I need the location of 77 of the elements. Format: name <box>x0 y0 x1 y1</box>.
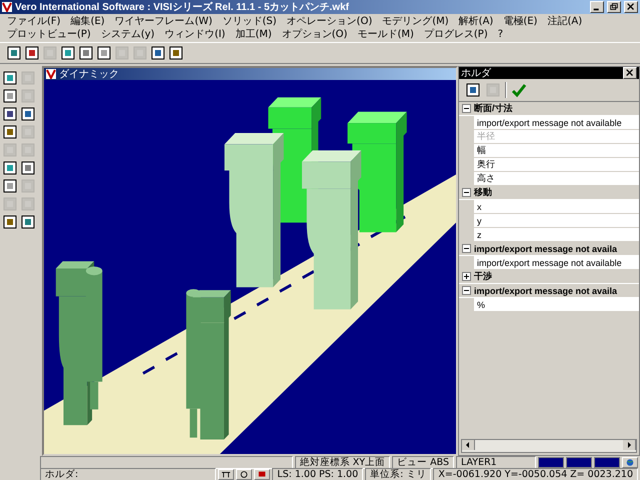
menu-item[interactable]: システム(y) <box>96 28 160 41</box>
menu-item[interactable]: 加工(M) <box>230 28 277 41</box>
menu-item[interactable]: 電極(E) <box>498 15 542 28</box>
scroll-left-icon[interactable] <box>462 440 475 450</box>
prompt-field: ホルダ: <box>40 468 216 480</box>
tool-icon[interactable] <box>96 45 112 61</box>
tool-icon[interactable] <box>2 214 18 230</box>
menu-item[interactable]: オプション(O) <box>276 28 352 41</box>
property-row[interactable]: import/export message not available <box>474 116 639 130</box>
app-logo-icon <box>2 2 12 12</box>
tool-icon[interactable] <box>2 178 18 194</box>
menu-item[interactable]: プロットビュー(P) <box>2 28 96 41</box>
section-label: import/export message not availa <box>474 244 618 254</box>
section-label: 干渉 <box>474 270 492 283</box>
tool-icon[interactable] <box>2 106 18 122</box>
menu-item[interactable]: ? <box>492 28 508 41</box>
tool-icon[interactable] <box>2 124 18 140</box>
menu-item[interactable]: 注記(A) <box>542 15 588 28</box>
tool-icon[interactable] <box>150 45 166 61</box>
restore-icon[interactable] <box>607 1 621 13</box>
scroll-right-icon[interactable] <box>623 440 636 450</box>
tool-icon[interactable] <box>20 106 36 122</box>
expand-icon[interactable] <box>462 272 471 281</box>
scale-field: LS: 1.00 PS: 1.00 <box>272 468 364 480</box>
menu-item[interactable]: ソリッド(S) <box>217 15 282 28</box>
tool-icon[interactable] <box>2 160 18 176</box>
collapse-icon[interactable] <box>462 286 471 295</box>
menu-item[interactable]: モデリング(M) <box>377 15 454 28</box>
grid-icon[interactable] <box>218 468 234 480</box>
close-icon[interactable] <box>623 67 637 79</box>
panel-title: ホルダ <box>461 67 492 80</box>
property-row[interactable]: z <box>474 228 639 242</box>
property-row[interactable]: 高さ <box>474 172 639 186</box>
tool-icon[interactable] <box>168 45 184 61</box>
collapse-icon[interactable] <box>462 244 471 253</box>
tool-icon[interactable] <box>20 160 36 176</box>
tool-icon[interactable] <box>24 45 40 61</box>
tool-icon[interactable] <box>6 45 22 61</box>
menu-item[interactable]: ワイヤーフレーム(W) <box>110 15 218 28</box>
coordinate-system-field: 絶対座標系 XY上面 <box>294 456 390 468</box>
layer-field: LAYER1 <box>456 456 536 468</box>
menu-item[interactable]: ウィンドウ(I) <box>160 28 230 41</box>
tool-icon[interactable] <box>465 82 481 98</box>
minimize-icon[interactable] <box>590 1 604 13</box>
property-row[interactable]: 奥行 <box>474 158 639 172</box>
collapse-icon[interactable] <box>462 188 471 197</box>
window-title: Vero International Software : VISIシリーズ Rel. 11.1 - 5カットパンチ.wkf <box>15 0 350 14</box>
menu-item[interactable]: ファイル(F) <box>2 15 66 28</box>
tool-icon[interactable] <box>60 45 76 61</box>
checkmark-icon[interactable] <box>511 82 527 98</box>
tool-icon[interactable] <box>20 214 36 230</box>
horizontal-scrollbar[interactable] <box>461 439 637 453</box>
globe-icon[interactable] <box>622 456 638 468</box>
app-logo-icon <box>46 69 56 79</box>
screen-icon[interactable] <box>254 468 270 480</box>
menu-item[interactable]: 解析(A) <box>454 15 498 28</box>
collapse-icon[interactable] <box>462 104 471 113</box>
tool-icon[interactable] <box>2 88 18 104</box>
view-field: ビュー ABS <box>392 456 454 468</box>
section-label: import/export message not availa <box>474 286 618 296</box>
menu-item[interactable]: モールド(M) <box>352 28 419 41</box>
tool-icon[interactable] <box>2 70 18 86</box>
property-row[interactable]: x <box>474 200 639 214</box>
section-label: 断面/寸法 <box>474 102 513 115</box>
property-row[interactable]: 幅 <box>474 144 639 158</box>
close-icon[interactable] <box>624 1 638 13</box>
menu-item[interactable]: オペレーション(O) <box>282 15 378 28</box>
viewport-title: ダイナミック <box>59 68 119 81</box>
property-row[interactable]: % <box>474 298 639 312</box>
property-row[interactable]: y <box>474 214 639 228</box>
tool-icon[interactable] <box>78 45 94 61</box>
menu-item[interactable]: 編集(E) <box>66 15 110 28</box>
menu-item[interactable]: プログレス(P) <box>418 28 493 41</box>
section-label: 移動 <box>474 186 492 199</box>
units-field: 単位系: ミリ <box>365 468 432 480</box>
coordinates-field: X=-0061.920 Y=-0050.054 Z= 0023.210 <box>433 468 638 480</box>
property-row[interactable]: import/export message not available <box>474 256 639 270</box>
